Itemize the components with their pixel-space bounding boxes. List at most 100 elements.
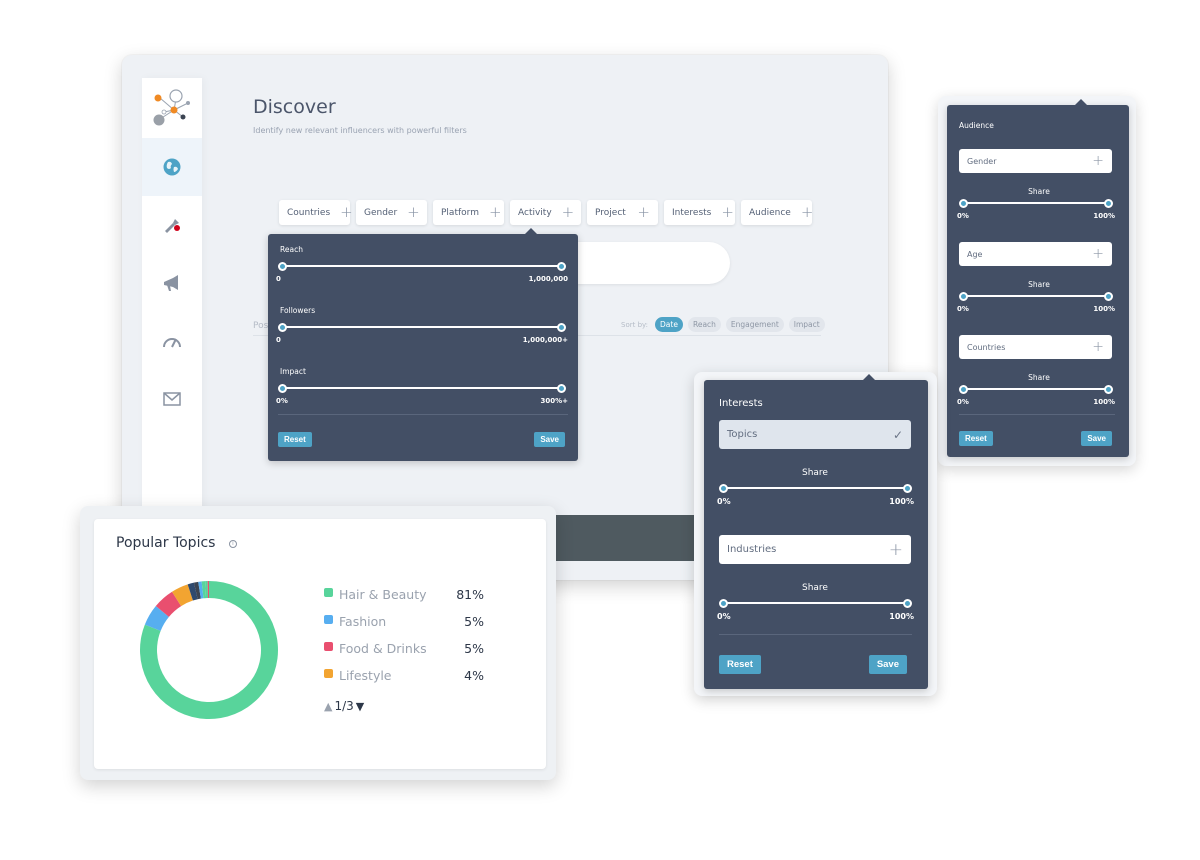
field-label: Age — [967, 249, 983, 259]
slider-track — [723, 602, 908, 604]
filter-label: Activity — [518, 207, 552, 218]
save-button[interactable]: Save — [868, 655, 907, 674]
save-button[interactable]: Save — [534, 432, 565, 447]
divider — [278, 414, 568, 415]
countries-share-slider[interactable]: 0% 100% — [957, 385, 1115, 407]
legend-item[interactable]: Lifestyle 4% — [324, 662, 484, 689]
filter-label: Audience — [749, 207, 791, 218]
topics-share-slider[interactable]: 0% 100% — [717, 484, 914, 508]
sidebar-item-discover[interactable] — [142, 138, 202, 196]
sort-row: Sort by: Date Reach Engagement Impact — [621, 317, 825, 332]
gender-field[interactable]: Gender + — [959, 149, 1112, 173]
plus-icon: + — [637, 203, 650, 221]
slider-max-label: 100% — [1093, 398, 1115, 406]
slider-min-handle[interactable] — [278, 323, 287, 332]
sidebar-item-search[interactable] — [142, 196, 202, 254]
reset-button[interactable]: Reset — [719, 655, 761, 674]
legend-pager: ▲ 1/3 ▼ — [324, 699, 364, 713]
slider-max-handle[interactable] — [557, 384, 566, 393]
sort-date[interactable]: Date — [655, 317, 683, 332]
countries-field[interactable]: Countries + — [959, 335, 1112, 359]
plus-icon: + — [1092, 339, 1104, 355]
slider-min-label: 0% — [276, 397, 288, 405]
sort-impact[interactable]: Impact — [788, 317, 825, 332]
filter-platform[interactable]: Platform + — [433, 200, 504, 225]
impact-slider[interactable]: 0% 300%+ — [276, 384, 568, 408]
gender-share-slider[interactable]: 0% 100% — [957, 199, 1115, 221]
slider-track — [282, 326, 562, 328]
impact-label: Impact — [280, 367, 306, 376]
filter-project[interactable]: Project + — [587, 200, 658, 225]
slider-min-label: 0% — [717, 612, 731, 621]
sort-reach[interactable]: Reach — [687, 317, 721, 332]
slider-min-handle[interactable] — [959, 385, 968, 394]
slider-min-handle[interactable] — [719, 599, 728, 608]
sidebar-item-campaigns[interactable] — [142, 254, 202, 312]
filter-gender[interactable]: Gender + — [356, 200, 427, 225]
save-button[interactable]: Save — [1081, 431, 1112, 446]
popular-topics-card: Popular Topics i Hair & Beauty 81% Fashi… — [94, 519, 546, 769]
reset-button[interactable]: Reset — [959, 431, 993, 446]
page-up-icon[interactable]: ▲ — [324, 700, 332, 713]
envelope-icon — [163, 392, 181, 406]
slider-max-handle[interactable] — [903, 484, 912, 493]
app-logo[interactable] — [142, 78, 202, 138]
plus-icon: + — [488, 203, 502, 221]
filter-countries[interactable]: Countries + — [279, 200, 353, 225]
legend-item[interactable]: Food & Drinks 5% — [324, 635, 484, 662]
filter-label: Project — [595, 207, 626, 218]
share-label: Share — [1028, 373, 1050, 382]
slider-max-handle[interactable] — [1104, 385, 1113, 394]
legend-value: 81% — [456, 587, 484, 602]
info-icon[interactable]: i — [229, 540, 237, 548]
page-title: Discover — [253, 96, 336, 118]
slider-min-handle[interactable] — [959, 292, 968, 301]
legend-swatch — [324, 587, 333, 597]
topics-field[interactable]: Topics ✓ — [719, 420, 911, 449]
audience-title: Audience — [959, 121, 994, 130]
legend-swatch — [324, 614, 333, 624]
search-input[interactable] — [562, 242, 730, 284]
sort-engagement[interactable]: Engagement — [725, 317, 784, 332]
legend-value: 5% — [464, 641, 484, 656]
reach-slider[interactable]: 0 1,000,000 — [276, 262, 568, 286]
slider-min-handle[interactable] — [719, 484, 728, 493]
industries-field[interactable]: Industries + — [719, 535, 911, 564]
slider-max-label: 100% — [889, 612, 914, 621]
page-down-icon[interactable]: ▼ — [356, 700, 364, 713]
share-label: Share — [802, 468, 828, 478]
sidebar-item-messages[interactable] — [142, 370, 202, 428]
industries-share-slider[interactable]: 0% 100% — [717, 599, 914, 623]
megaphone-icon — [164, 275, 178, 291]
filter-audience[interactable]: Audience + — [741, 200, 813, 225]
slider-min-label: 0 — [276, 275, 281, 283]
slider-max-handle[interactable] — [557, 262, 566, 271]
slider-max-handle[interactable] — [903, 599, 912, 608]
slider-track — [963, 202, 1109, 204]
slider-min-label: 0% — [957, 212, 969, 220]
slider-min-handle[interactable] — [278, 262, 287, 271]
age-share-slider[interactable]: 0% 100% — [957, 292, 1115, 314]
filter-label: Platform — [441, 207, 479, 218]
slider-max-handle[interactable] — [1104, 292, 1113, 301]
slider-max-label: 1,000,000 — [528, 275, 568, 283]
sidebar-item-analytics[interactable] — [142, 312, 202, 370]
filter-interests[interactable]: Interests + — [664, 200, 735, 225]
plus-icon: + — [888, 539, 903, 560]
slider-max-label: 100% — [1093, 305, 1115, 313]
legend-item[interactable]: Fashion 5% — [324, 608, 484, 635]
plus-icon: + — [561, 203, 575, 221]
slider-track — [282, 265, 562, 267]
followers-slider[interactable]: 0 1,000,000+ — [276, 323, 568, 347]
field-label: Topics — [727, 429, 758, 440]
filter-activity[interactable]: Activity + — [510, 200, 581, 225]
slider-min-handle[interactable] — [278, 384, 287, 393]
reset-button[interactable]: Reset — [278, 432, 312, 447]
slider-max-handle[interactable] — [1104, 199, 1113, 208]
age-field[interactable]: Age + — [959, 242, 1112, 266]
slider-min-handle[interactable] — [959, 199, 968, 208]
slider-max-label: 100% — [1093, 212, 1115, 220]
gauge-icon — [163, 338, 181, 348]
legend-item[interactable]: Hair & Beauty 81% — [324, 581, 484, 608]
slider-max-handle[interactable] — [557, 323, 566, 332]
